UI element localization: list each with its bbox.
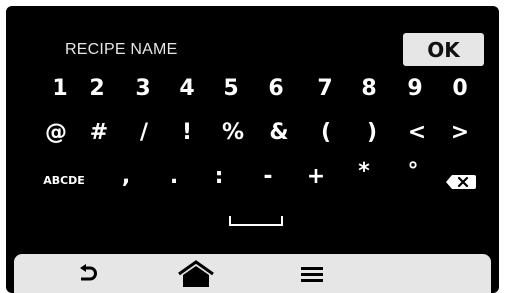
key-colon[interactable]: :	[199, 164, 239, 189]
key-4[interactable]: 4	[167, 76, 207, 101]
key-close-paren[interactable]: )	[352, 120, 392, 145]
key-slash[interactable]: /	[124, 120, 164, 145]
key-less-than[interactable]: <	[397, 120, 437, 145]
recipe-name-field[interactable]: RECIPE NAME	[65, 41, 177, 59]
key-abcde-toggle[interactable]: ABCDE	[34, 174, 94, 187]
key-8[interactable]: 8	[349, 76, 389, 101]
key-3[interactable]: 3	[123, 76, 163, 101]
ok-button[interactable]: OK	[403, 33, 484, 66]
key-greater-than[interactable]: >	[440, 120, 480, 145]
key-period[interactable]: .	[154, 164, 194, 189]
key-1[interactable]: 1	[40, 76, 80, 101]
key-asterisk[interactable]: *	[344, 159, 384, 184]
key-hash[interactable]: #	[79, 120, 119, 145]
key-2[interactable]: 2	[77, 76, 117, 101]
home-icon	[178, 260, 214, 287]
key-degree[interactable]: °	[393, 159, 433, 184]
backspace-icon[interactable]	[446, 175, 476, 189]
key-7[interactable]: 7	[305, 76, 345, 101]
menu-icon	[301, 267, 323, 282]
keyboard-screen: RECIPE NAME OK	[6, 6, 499, 293]
key-percent[interactable]: %	[213, 120, 253, 145]
key-9[interactable]: 9	[395, 76, 435, 101]
key-comma[interactable]: ,	[106, 164, 146, 189]
key-at[interactable]: @	[36, 120, 76, 145]
key-open-paren[interactable]: (	[306, 120, 346, 145]
key-plus[interactable]: +	[296, 164, 336, 189]
key-exclamation[interactable]: !	[167, 120, 207, 145]
back-button[interactable]	[63, 260, 113, 288]
key-6[interactable]: 6	[256, 76, 296, 101]
key-0[interactable]: 0	[440, 76, 480, 101]
key-5[interactable]: 5	[211, 76, 251, 101]
back-arrow-icon	[80, 264, 97, 281]
bottom-nav-bar	[14, 254, 491, 293]
space-bar-icon[interactable]	[229, 215, 283, 227]
menu-button[interactable]	[287, 260, 337, 288]
home-button[interactable]	[171, 260, 221, 288]
key-ampersand[interactable]: &	[259, 120, 299, 145]
key-minus[interactable]: -	[248, 164, 288, 189]
